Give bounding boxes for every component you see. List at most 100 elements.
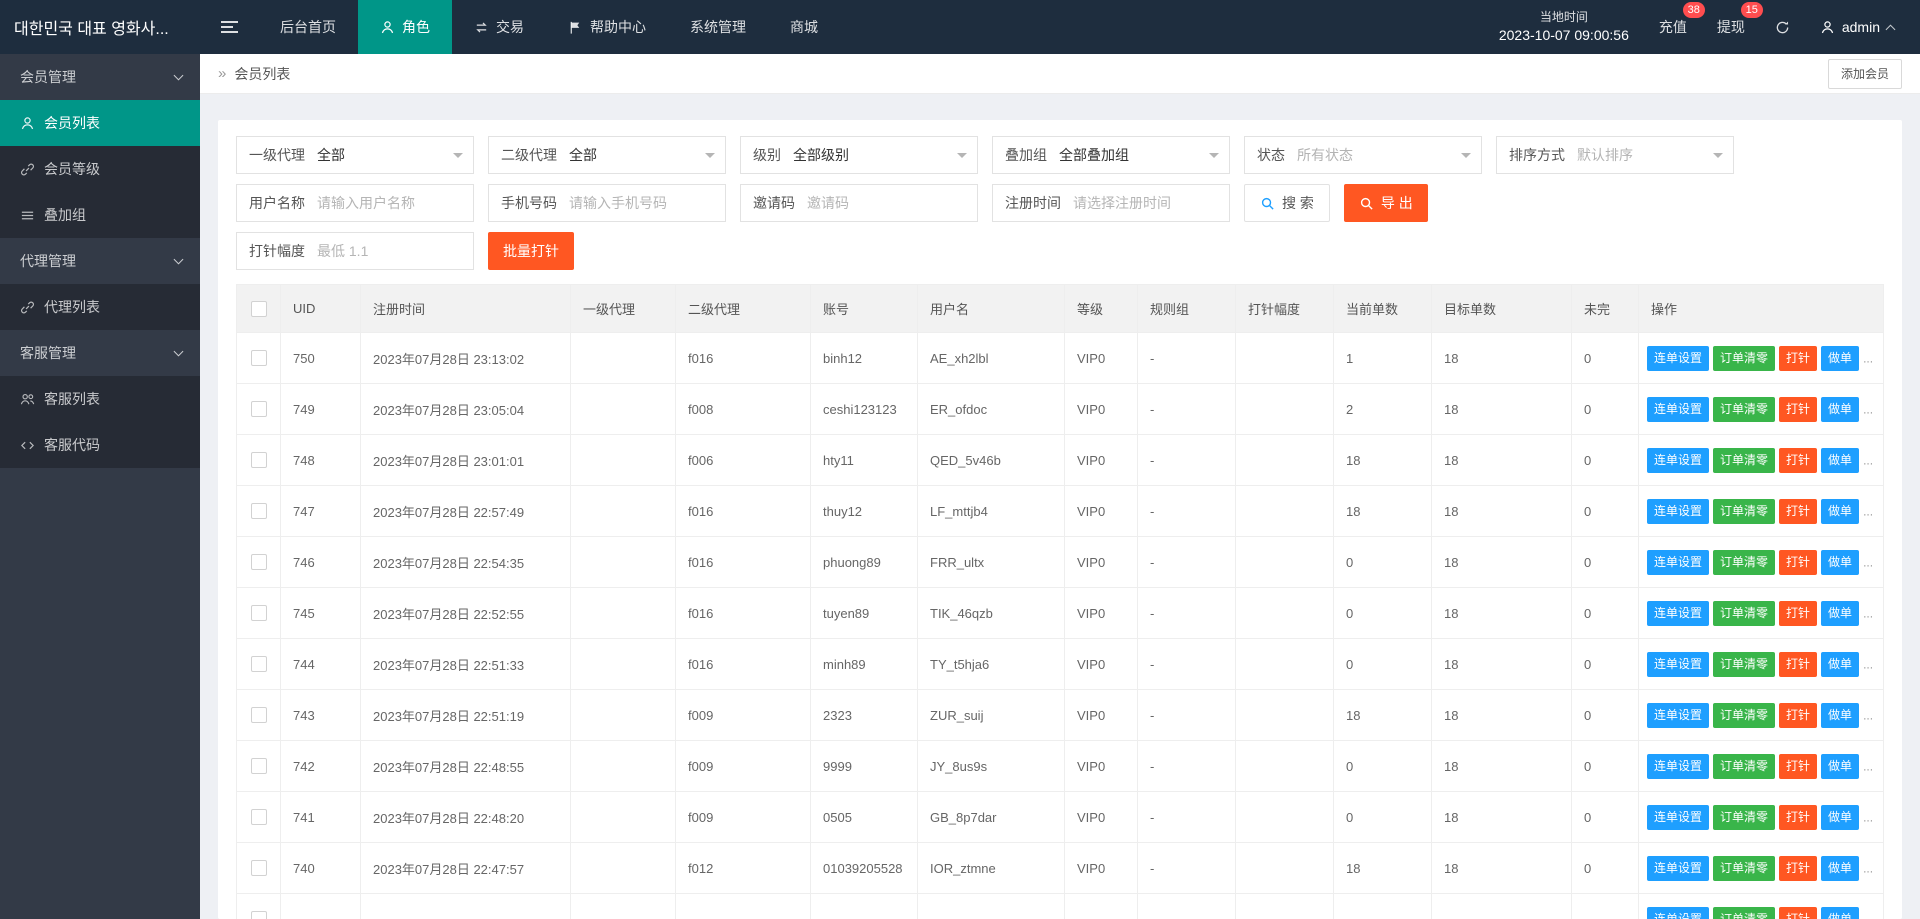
nav-item-trade[interactable]: 交易 — [452, 0, 546, 54]
phone-input[interactable] — [569, 185, 725, 221]
row-checkbox[interactable] — [250, 503, 267, 520]
chain-order-settings-button[interactable]: 连单设置 — [1647, 600, 1710, 626]
order-clear-button[interactable]: 订单清零 — [1713, 855, 1776, 881]
more-actions-button[interactable]: ... — [1863, 402, 1873, 416]
make-order-button[interactable]: 做单 — [1821, 600, 1860, 626]
sidebar-group-1[interactable]: 会员管理 — [0, 54, 200, 100]
make-order-button[interactable]: 做单 — [1821, 447, 1860, 473]
chain-order-settings-button[interactable]: 连单设置 — [1647, 804, 1710, 830]
order-clear-button[interactable]: 订单清零 — [1713, 753, 1776, 779]
make-order-button[interactable]: 做单 — [1821, 345, 1860, 371]
chain-order-settings-button[interactable]: 连单设置 — [1647, 753, 1710, 779]
inject-button[interactable]: 打针 — [1779, 804, 1818, 830]
nav-item-home[interactable]: 后台首页 — [258, 0, 358, 54]
more-actions-button[interactable]: ... — [1863, 657, 1873, 671]
export-button[interactable]: 导 出 — [1343, 184, 1428, 222]
order-clear-button[interactable]: 订单清零 — [1713, 600, 1776, 626]
order-clear-button[interactable]: 订单清零 — [1713, 447, 1776, 473]
row-checkbox[interactable] — [250, 605, 267, 622]
chain-order-settings-button[interactable]: 连单设置 — [1647, 396, 1710, 422]
inject-button[interactable]: 打针 — [1779, 906, 1818, 919]
make-order-button[interactable]: 做单 — [1821, 702, 1860, 728]
agent2-select[interactable]: 二级代理 全部 — [488, 136, 726, 174]
chain-order-settings-button[interactable]: 连单设置 — [1647, 345, 1710, 371]
search-button[interactable]: 搜 索 — [1244, 184, 1330, 222]
make-order-button[interactable]: 做单 — [1821, 549, 1860, 575]
refresh-icon[interactable] — [1775, 20, 1790, 35]
inject-button[interactable]: 打针 — [1779, 396, 1818, 422]
stack-group-select[interactable]: 叠加组 全部叠加组 — [992, 136, 1230, 174]
sidebar-toggle-icon[interactable] — [200, 0, 258, 54]
row-checkbox[interactable] — [250, 401, 267, 418]
sidebar-item[interactable]: 客服代码 — [0, 422, 200, 468]
order-clear-button[interactable]: 订单清零 — [1713, 651, 1776, 677]
more-actions-button[interactable]: ... — [1863, 810, 1873, 824]
nav-item-help-center[interactable]: 帮助中心 — [546, 0, 668, 54]
row-checkbox[interactable] — [250, 758, 267, 775]
user-menu[interactable]: admin — [1820, 19, 1896, 35]
make-order-button[interactable]: 做单 — [1821, 396, 1860, 422]
make-order-button[interactable]: 做单 — [1821, 753, 1860, 779]
sidebar-group-3[interactable]: 客服管理 — [0, 330, 200, 376]
chain-order-settings-button[interactable]: 连单设置 — [1647, 855, 1710, 881]
inject-button[interactable]: 打针 — [1779, 549, 1818, 575]
sidebar-item[interactable]: 会员等级 — [0, 146, 200, 192]
sidebar-item[interactable]: 叠加组 — [0, 192, 200, 238]
agent1-select[interactable]: 一级代理 全部 — [236, 136, 474, 174]
inject-button[interactable]: 打针 — [1779, 651, 1818, 677]
more-actions-button[interactable]: ... — [1863, 759, 1873, 773]
inject-button[interactable]: 打针 — [1779, 702, 1818, 728]
make-order-button[interactable]: 做单 — [1821, 804, 1860, 830]
inject-button[interactable]: 打针 — [1779, 345, 1818, 371]
add-member-button[interactable]: 添加会员 — [1827, 58, 1902, 89]
more-actions-button[interactable]: ... — [1863, 351, 1873, 365]
make-order-button[interactable]: 做单 — [1821, 906, 1860, 919]
chain-order-settings-button[interactable]: 连单设置 — [1647, 906, 1710, 919]
chain-order-settings-button[interactable]: 连单设置 — [1647, 702, 1710, 728]
inject-button[interactable]: 打针 — [1779, 855, 1818, 881]
sidebar-group-2[interactable]: 代理管理 — [0, 238, 200, 284]
nav-item-role[interactable]: 角色 — [358, 0, 452, 54]
inject-button[interactable]: 打针 — [1779, 753, 1818, 779]
more-actions-button[interactable]: ... — [1863, 555, 1873, 569]
inject-range-input[interactable] — [317, 233, 473, 269]
more-actions-button[interactable]: ... — [1863, 912, 1873, 919]
inject-button[interactable]: 打针 — [1779, 600, 1818, 626]
row-checkbox[interactable] — [250, 809, 267, 826]
username-input[interactable] — [317, 185, 473, 221]
order-clear-button[interactable]: 订单清零 — [1713, 498, 1776, 524]
select-all-checkbox[interactable] — [250, 300, 267, 317]
order-clear-button[interactable]: 订单清零 — [1713, 906, 1776, 919]
chain-order-settings-button[interactable]: 连单设置 — [1647, 498, 1710, 524]
order-clear-button[interactable]: 订单清零 — [1713, 804, 1776, 830]
recharge-menu[interactable]: 充值 38 — [1659, 2, 1705, 37]
nav-item-mall[interactable]: 商城 — [768, 0, 840, 54]
nav-item-system[interactable]: 系统管理 — [668, 0, 768, 54]
order-clear-button[interactable]: 订单清零 — [1713, 549, 1776, 575]
row-checkbox[interactable] — [250, 707, 267, 724]
sort-select[interactable]: 排序方式 默认排序 — [1496, 136, 1734, 174]
sidebar-item[interactable]: 会员列表 — [0, 100, 200, 146]
inject-button[interactable]: 打针 — [1779, 498, 1818, 524]
row-checkbox[interactable] — [250, 554, 267, 571]
row-checkbox[interactable] — [250, 350, 267, 367]
row-checkbox[interactable] — [250, 656, 267, 673]
status-select[interactable]: 状态 所有状态 — [1244, 136, 1482, 174]
invite-code-input[interactable] — [807, 185, 977, 221]
chain-order-settings-button[interactable]: 连单设置 — [1647, 651, 1710, 677]
batch-inject-button[interactable]: 批量打针 — [488, 232, 574, 270]
make-order-button[interactable]: 做单 — [1821, 651, 1860, 677]
inject-button[interactable]: 打针 — [1779, 447, 1818, 473]
order-clear-button[interactable]: 订单清零 — [1713, 345, 1776, 371]
sidebar-item[interactable]: 客服列表 — [0, 376, 200, 422]
more-actions-button[interactable]: ... — [1863, 453, 1873, 467]
more-actions-button[interactable]: ... — [1863, 606, 1873, 620]
register-time-input[interactable] — [1073, 185, 1229, 221]
withdraw-menu[interactable]: 提现 15 — [1717, 2, 1763, 37]
more-actions-button[interactable]: ... — [1863, 708, 1873, 722]
row-checkbox[interactable] — [250, 911, 267, 919]
make-order-button[interactable]: 做单 — [1821, 855, 1860, 881]
order-clear-button[interactable]: 订单清零 — [1713, 702, 1776, 728]
more-actions-button[interactable]: ... — [1863, 861, 1873, 875]
more-actions-button[interactable]: ... — [1863, 504, 1873, 518]
